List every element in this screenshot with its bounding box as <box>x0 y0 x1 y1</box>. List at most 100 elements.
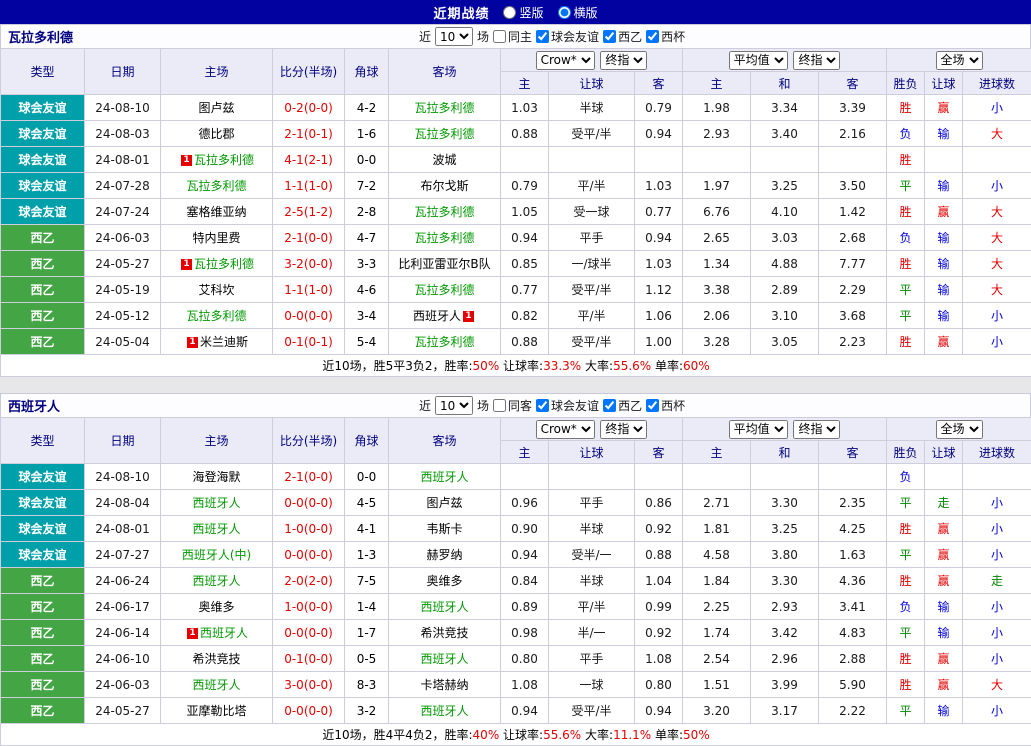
team-link[interactable]: 赫罗纳 <box>426 548 462 562</box>
match-count-select[interactable]: 10 <box>435 396 473 415</box>
cup-checkbox[interactable] <box>646 30 659 43</box>
team-link[interactable]: 卡塔赫纳 <box>420 678 468 692</box>
team-link[interactable]: 瓦拉多利德 <box>186 309 246 323</box>
team-link[interactable]: 艾科坎 <box>198 283 234 297</box>
goals-result-cell: 小 <box>963 329 1031 355</box>
asia-home-odds-cell: 0.96 <box>501 490 549 516</box>
euro-odds-source-select[interactable]: 平均值 <box>729 420 788 439</box>
match-row: 西乙24-06-10希洪竞技0-1(0-0)0-5西班牙人0.80平手1.082… <box>1 646 1031 672</box>
team-name: 瓦拉多利德 <box>8 27 73 46</box>
team-link[interactable]: 西班牙人 <box>192 574 240 588</box>
euro-draw-odds-cell: 3.03 <box>751 225 819 251</box>
layout-option-vertical[interactable]: 竖版 <box>503 4 543 21</box>
summary-value: 55.6% <box>543 728 581 742</box>
match-row: 球会友谊24-08-03德比郡2-1(0-1)1-6瓦拉多利德0.88受平/半0… <box>1 121 1031 147</box>
layout-option-horizontal[interactable]: 横版 <box>558 4 598 21</box>
team-link[interactable]: 图卢兹 <box>198 101 234 115</box>
team-link[interactable]: 西班牙人(中) <box>182 548 251 562</box>
vertical-layout-radio[interactable] <box>503 6 516 19</box>
same-venue-checkbox[interactable] <box>493 30 506 43</box>
team-link[interactable]: 西班牙人 <box>420 652 468 666</box>
friendly-checkbox[interactable] <box>536 399 549 412</box>
cup-checkbox[interactable] <box>646 399 659 412</box>
asia-odds-type-select[interactable]: 终指 <box>600 420 647 439</box>
match-date-cell: 24-06-24 <box>85 568 161 594</box>
friendly-filter[interactable]: 球会友谊 <box>535 28 599 45</box>
team-link[interactable]: 西班牙人 <box>192 496 240 510</box>
asia-odds-source-select[interactable]: Crow* <box>536 420 595 439</box>
same-venue-checkbox[interactable] <box>493 399 506 412</box>
match-count-select[interactable]: 10 <box>435 27 473 46</box>
team-link[interactable]: 瓦拉多利德 <box>194 257 254 271</box>
team-link[interactable]: 海登海默 <box>192 470 240 484</box>
league-filter[interactable]: 西乙 <box>602 28 642 45</box>
team-link[interactable]: 西班牙人 <box>420 704 468 718</box>
team-link[interactable]: 希洪竞技 <box>420 626 468 640</box>
team-link[interactable]: 瓦拉多利德 <box>186 179 246 193</box>
col-header-date: 日期 <box>85 418 161 464</box>
team-link[interactable]: 德比郡 <box>198 127 234 141</box>
match-type-cell: 西乙 <box>1 303 85 329</box>
goals-result-cell: 小 <box>963 698 1031 724</box>
radio-label: 横版 <box>574 4 598 21</box>
scope-select[interactable]: 全场 <box>936 51 983 70</box>
team-link[interactable]: 瓦拉多利德 <box>414 101 474 115</box>
team-link[interactable]: 西班牙人 <box>192 522 240 536</box>
euro-draw-odds-cell: 3.34 <box>751 95 819 121</box>
same-venue-filter[interactable]: 同客 <box>492 397 532 414</box>
team-link[interactable]: 瓦拉多利德 <box>414 231 474 245</box>
cup-filter[interactable]: 西杯 <box>645 397 685 414</box>
col-header-home: 主场 <box>161 49 273 95</box>
asia-away-odds-cell: 0.86 <box>635 490 683 516</box>
match-date-cell: 24-05-04 <box>85 329 161 355</box>
euro-odds-source-select[interactable]: 平均值 <box>729 51 788 70</box>
team-link[interactable]: 希洪竞技 <box>192 652 240 666</box>
asia-odds-source-select[interactable]: Crow* <box>536 51 595 70</box>
col-header-euro-home: 主 <box>683 72 751 95</box>
team-link[interactable]: 瓦拉多利德 <box>194 153 254 167</box>
result-cell: 平 <box>887 542 925 568</box>
team-link[interactable]: 布尔戈斯 <box>420 179 468 193</box>
team-link[interactable]: 西班牙人 <box>192 678 240 692</box>
team-link[interactable]: 奥维多 <box>198 600 234 614</box>
team-link[interactable]: 瓦拉多利德 <box>414 283 474 297</box>
team-link[interactable]: 图卢兹 <box>426 496 462 510</box>
asia-odds-type-select[interactable]: 终指 <box>600 51 647 70</box>
checkbox-label: 西乙 <box>618 397 642 414</box>
euro-home-odds-cell: 3.28 <box>683 329 751 355</box>
euro-away-odds-cell: 2.88 <box>819 646 887 672</box>
friendly-checkbox[interactable] <box>536 30 549 43</box>
euro-odds-type-select[interactable]: 终指 <box>793 51 840 70</box>
team-link[interactable]: 奥维多 <box>426 574 462 588</box>
friendly-filter[interactable]: 球会友谊 <box>535 397 599 414</box>
horizontal-layout-radio[interactable] <box>558 6 571 19</box>
team-link[interactable]: 塞格维亚纳 <box>186 205 246 219</box>
team-link[interactable]: 波城 <box>432 153 456 167</box>
team-link[interactable]: 米兰迪斯 <box>200 335 248 349</box>
asia-away-odds-cell <box>635 147 683 173</box>
league-checkbox[interactable] <box>603 399 616 412</box>
summary-row: 近10场，胜4平4负2，胜率:40% 让球率:55.6% 大率:11.1% 单率… <box>1 724 1031 746</box>
team-link[interactable]: 瓦拉多利德 <box>414 335 474 349</box>
team-link[interactable]: 韦斯卡 <box>426 522 462 536</box>
team-link[interactable]: 比利亚雷亚尔B队 <box>398 257 490 271</box>
result-cell: 负 <box>887 464 925 490</box>
team-link[interactable]: 西班牙人 <box>420 470 468 484</box>
team-link[interactable]: 西班牙人 <box>200 626 248 640</box>
team-link[interactable]: 西班牙人 <box>413 309 461 323</box>
team-link[interactable]: 瓦拉多利德 <box>414 205 474 219</box>
team-link[interactable]: 亚摩勒比塔 <box>186 704 246 718</box>
team-link[interactable]: 特内里费 <box>192 231 240 245</box>
cup-filter[interactable]: 西杯 <box>645 28 685 45</box>
league-checkbox[interactable] <box>603 30 616 43</box>
same-venue-filter[interactable]: 同主 <box>492 28 532 45</box>
team-link[interactable]: 西班牙人 <box>420 600 468 614</box>
corner-cell: 4-2 <box>345 95 389 121</box>
league-filter[interactable]: 西乙 <box>602 397 642 414</box>
scope-select[interactable]: 全场 <box>936 420 983 439</box>
euro-home-odds-cell: 2.71 <box>683 490 751 516</box>
team-link[interactable]: 瓦拉多利德 <box>414 127 474 141</box>
euro-odds-type-select[interactable]: 终指 <box>793 420 840 439</box>
away-team-cell: 西班牙人 <box>389 646 501 672</box>
match-type-cell: 西乙 <box>1 251 85 277</box>
